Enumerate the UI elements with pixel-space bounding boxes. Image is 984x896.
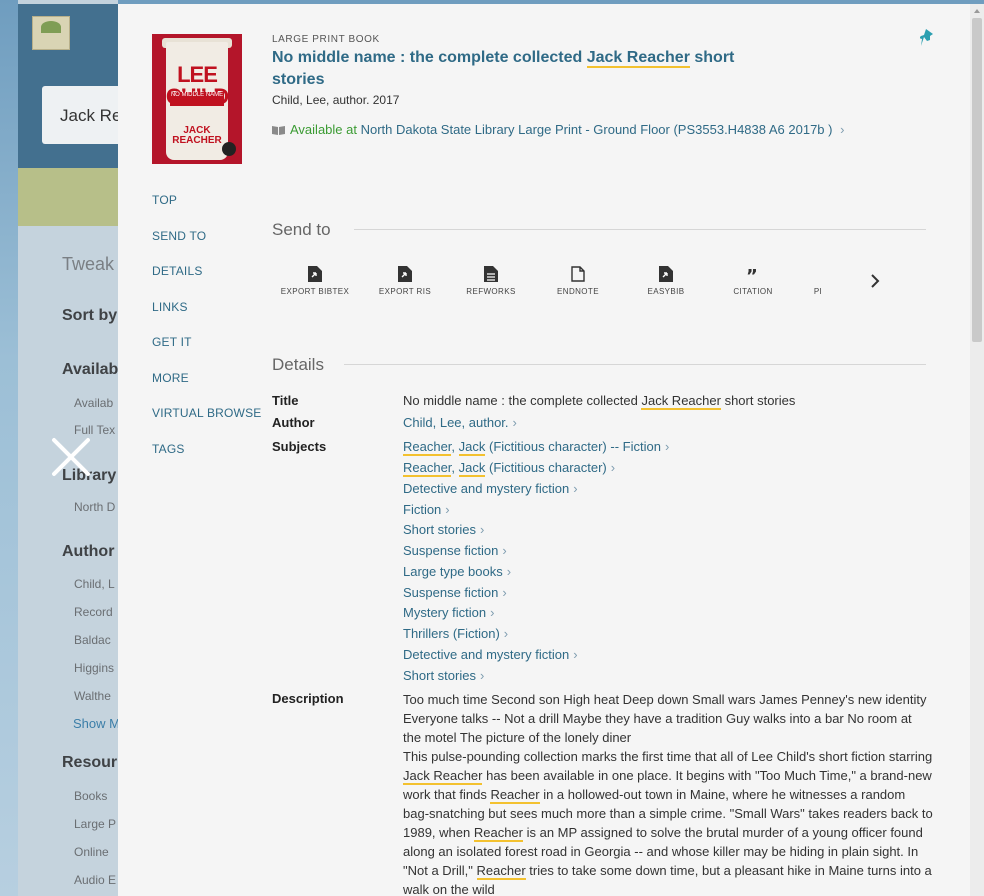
scroll-up-arrow-icon[interactable]	[974, 9, 980, 13]
record-title[interactable]: No middle name : the complete collected …	[272, 47, 742, 91]
subject-link[interactable]: Suspense fiction ›	[403, 585, 507, 600]
cover-series: JACK REACHER	[172, 125, 222, 146]
subject-link[interactable]: Reacher, Jack (Fictitious character) -- …	[403, 439, 669, 456]
cover-title: NO MIDDLE NAME	[170, 92, 224, 106]
availability-line[interactable]: Available at North Dakota State Library …	[272, 122, 844, 137]
chevron-right-icon[interactable]	[868, 272, 882, 290]
export-file-icon	[659, 266, 673, 282]
divider	[344, 364, 926, 365]
document-outline-icon	[571, 266, 585, 282]
send-to-heading: Send to	[272, 220, 331, 239]
close-icon[interactable]	[48, 434, 94, 480]
nav-tags[interactable]: TAGS	[152, 442, 262, 478]
facet-item: Audio E	[74, 873, 117, 887]
facet-item: Availab	[74, 396, 114, 410]
author-label: Author	[62, 543, 115, 560]
endnote-button[interactable]: ENDNOTE	[533, 266, 623, 296]
availability-label: Availab	[62, 361, 119, 378]
export-bibtex-button[interactable]: EXPORT BIBTEX	[270, 266, 360, 296]
blank-icon	[811, 266, 825, 282]
facet-item: Higgins	[74, 661, 115, 675]
nav-send-to[interactable]: SEND TO	[152, 229, 262, 265]
show-more-link: Show M	[73, 716, 120, 731]
pin-icon[interactable]	[920, 28, 936, 48]
sort-label: Sort by	[62, 307, 118, 324]
subject-link[interactable]: Mystery fiction ›	[403, 605, 494, 620]
export-file-icon	[308, 266, 322, 282]
pi-button[interactable]: PI	[773, 266, 863, 296]
subject-link[interactable]: Fiction ›	[403, 502, 450, 517]
quote-icon: ”	[746, 266, 758, 282]
scrollbar-thumb[interactable]	[972, 18, 982, 342]
subject-link[interactable]: Detective and mystery fiction ›	[403, 481, 578, 496]
nav-top[interactable]: TOP	[152, 193, 262, 229]
facet-item: Books	[74, 789, 108, 803]
book-cover[interactable]: LEE CHILD NO MIDDLE NAME JACK REACHER	[152, 34, 242, 164]
book-open-icon	[272, 126, 285, 135]
subject-link[interactable]: Detective and mystery fiction ›	[403, 647, 578, 662]
subject-link[interactable]: Suspense fiction ›	[403, 543, 507, 558]
detail-title-value: No middle name : the complete collected …	[403, 393, 796, 410]
facet-item: Child, L	[74, 577, 115, 591]
nav-virtual-browse[interactable]: VIRTUAL BROWSE	[152, 406, 262, 442]
record-type: LARGE PRINT BOOK	[272, 34, 380, 45]
facet-item: North D	[74, 500, 116, 514]
detail-description: Too much time Second son High heat Deep …	[403, 692, 933, 896]
easybib-button[interactable]: EASYBIB	[621, 266, 711, 296]
facet-item: Walthe	[74, 689, 111, 703]
detail-title-label: Title	[272, 393, 299, 408]
document-lines-icon	[484, 266, 498, 282]
library-logo	[32, 16, 70, 50]
svg-text:”: ”	[746, 266, 758, 282]
detail-author-label: Author	[272, 415, 315, 430]
resource-label: Resour	[62, 754, 118, 771]
record-nav: TOP SEND TO DETAILS LINKS GET IT MORE VI…	[152, 193, 262, 477]
subject-link[interactable]: Large type books ›	[403, 564, 511, 579]
record-author-line: Child, Lee, author. 2017	[272, 93, 400, 107]
nav-more[interactable]: MORE	[152, 371, 262, 407]
facet-item: Online	[74, 845, 109, 859]
subject-link[interactable]: Short stories ›	[403, 522, 484, 537]
cover-seal	[222, 142, 236, 156]
available-status: Available at	[290, 122, 357, 137]
subject-link[interactable]: Reacher, Jack (Fictitious character) ›	[403, 460, 615, 477]
details-heading: Details	[272, 355, 324, 374]
subject-link[interactable]: Short stories ›	[403, 668, 484, 683]
divider	[354, 229, 926, 230]
detail-author-link[interactable]: Child, Lee, author. ›	[403, 415, 517, 430]
background-search-input: Jack Re	[42, 86, 122, 144]
nav-details[interactable]: DETAILS	[152, 264, 262, 300]
subject-link[interactable]: Thrillers (Fiction) ›	[403, 626, 508, 641]
tweak-label: Tweak	[62, 254, 115, 274]
facet-item: Baldac	[74, 633, 111, 647]
detail-description-label: Description	[272, 691, 344, 706]
export-file-icon	[398, 266, 412, 282]
background-band	[18, 168, 118, 226]
facet-item: Record	[74, 605, 113, 619]
nav-links[interactable]: LINKS	[152, 300, 262, 336]
facet-item: Large P	[74, 817, 117, 831]
refworks-button[interactable]: REFWORKS	[446, 266, 536, 296]
nav-get-it[interactable]: GET IT	[152, 335, 262, 371]
location-link[interactable]: North Dakota State Library Large Print -…	[361, 122, 833, 137]
export-ris-button[interactable]: EXPORT RIS	[360, 266, 450, 296]
detail-subjects-label: Subjects	[272, 439, 327, 454]
